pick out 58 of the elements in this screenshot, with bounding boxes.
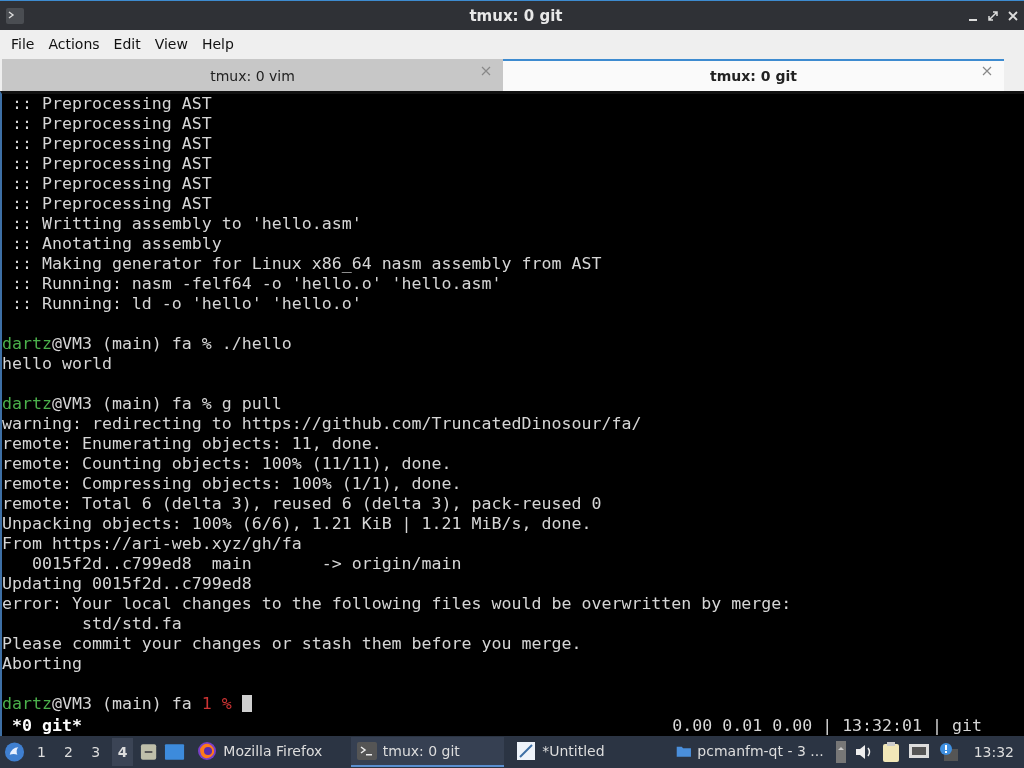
desktop-switch[interactable]: 3: [85, 738, 107, 766]
terminal-icon: [6, 7, 24, 24]
menu-item[interactable]: Help: [194, 35, 241, 52]
terminal-line: :: Writting assembly to 'hello.asm': [11, 214, 363, 234]
maximize-icon[interactable]: [988, 10, 998, 21]
terminal-line: :: Preprocessing AST: [11, 114, 213, 134]
terminal-line: Updating 0015f2d..c799ed8: [2, 574, 253, 594]
terminal-line: error: Your local changes to the following files would be overwritten by merge:: [2, 594, 793, 614]
menu-item[interactable]: Actions: [41, 35, 107, 52]
terminal-line: :: Preprocessing AST: [11, 154, 213, 174]
tab[interactable]: tmux: 0 vim: [2, 59, 503, 91]
terminal-line: :: Making generator for Linux x86_64 nasm assembly from AST: [11, 254, 603, 274]
tmux-session: *0 git*: [11, 716, 82, 736]
start-menu-icon[interactable]: [4, 741, 26, 763]
desktop-switch[interactable]: 2: [58, 738, 80, 766]
taskbar-task[interactable]: *Untitled: [510, 737, 664, 767]
terminal-icon: [356, 742, 377, 760]
terminal-line: warning: redirecting to https://github.com/TruncatedDinosour/fa/: [2, 414, 643, 434]
desktop-switch[interactable]: 1: [31, 738, 53, 766]
terminal-line: 0015f2d..c799ed8 main -> origin/main: [30, 554, 463, 574]
terminal-line: remote: Total 6 (delta 3), reused 6 (delta 3), pack-reused 0: [2, 494, 603, 514]
menu-item[interactable]: File: [4, 35, 42, 52]
terminal-line: hello world: [2, 354, 113, 374]
prompt-line: dartz@VM3 (main) fa 1 %: [2, 694, 1024, 714]
terminal-line: remote: Counting objects: 100% (11/11), done.: [2, 454, 453, 474]
terminal-line: Please commit your changes or stash them before you merge.: [2, 634, 583, 654]
clipboard-icon[interactable]: [881, 741, 900, 763]
file-cabinet-icon[interactable]: [139, 742, 159, 762]
terminal-line: remote: Enumerating objects: 11, done.: [2, 434, 383, 454]
taskbar-task[interactable]: tmux: 0 git: [350, 737, 505, 767]
terminal-line: Unpacking objects: 100% (6/6), 1.21 KiB | 1.21 MiB/s, done.: [2, 514, 593, 534]
notification-icon[interactable]: [937, 741, 960, 763]
terminal-line: :: Preprocessing AST: [11, 94, 213, 114]
terminal-line: From https://ari-web.xyz/gh/fa: [2, 534, 303, 554]
terminal-line: remote: Compressing objects: 100% (1/1), done.: [2, 474, 463, 494]
clock: 13:32: [972, 744, 1015, 760]
taskbar-task[interactable]: pcmanfm-qt - 3 ...: [669, 737, 830, 767]
browser-icon: [197, 741, 218, 761]
terminal-line: Aborting: [2, 654, 83, 674]
prompt-line: dartz@VM3 (main) fa % ./hello: [2, 334, 293, 354]
terminal-line: :: Preprocessing AST: [11, 194, 213, 214]
tmux-status: 0.00 0.01 0.00 | 13:32:01 | git: [672, 716, 982, 736]
desktop-switch[interactable]: 4: [112, 738, 134, 766]
taskbar-task[interactable]: Mozilla Firefox: [191, 737, 345, 767]
terminal-line: :: Preprocessing AST: [11, 174, 213, 194]
desktop-icon[interactable]: [164, 743, 186, 761]
scroll-icon: [835, 741, 846, 763]
terminal-line: :: Anotating assembly: [11, 234, 223, 254]
tab[interactable]: tmux: 0 git: [503, 59, 1004, 91]
prompt-line: dartz@VM3 (main) fa % g pull: [2, 394, 283, 414]
terminal-line: :: Running: nasm -felf64 -o 'hello.o' 'hello.asm': [11, 274, 503, 294]
menu-item[interactable]: View: [147, 35, 195, 52]
menu-item[interactable]: Edit: [106, 35, 148, 52]
window-title: tmux: 0 git: [468, 6, 563, 25]
terminal-line: std/std.fa: [80, 614, 183, 634]
terminal-line: :: Running: ld -o 'hello' 'hello.o': [11, 294, 363, 314]
terminal-line: :: Preprocessing AST: [11, 134, 213, 154]
editor-icon: [516, 741, 537, 761]
